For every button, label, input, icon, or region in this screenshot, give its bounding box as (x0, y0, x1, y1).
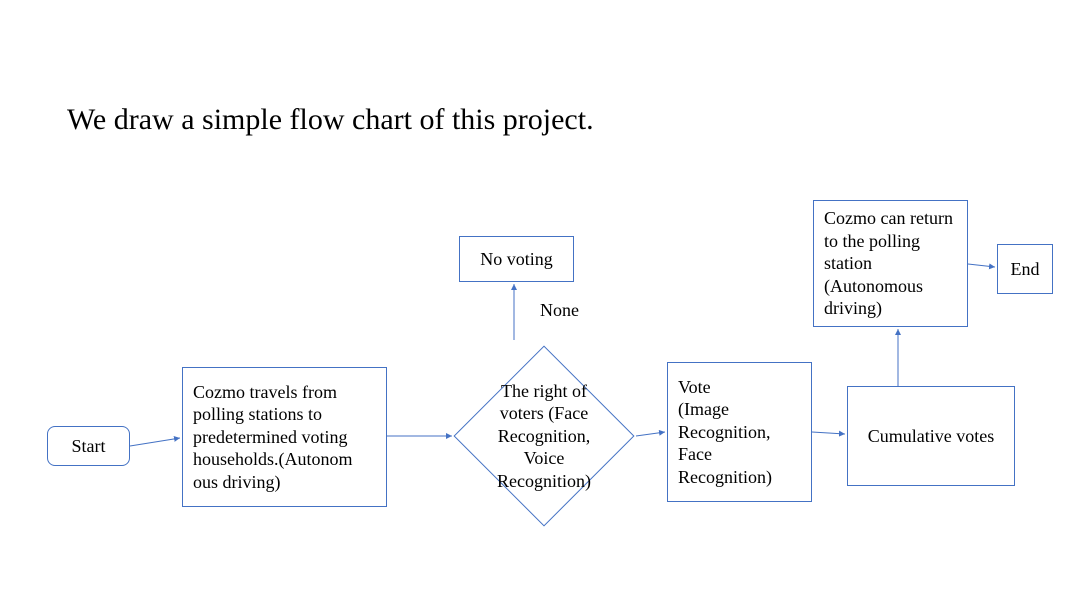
arrow-return-end (968, 264, 995, 267)
node-decision-text: The right of voters (Face Recognition, V… (454, 336, 634, 536)
arrow-start-travel (130, 438, 180, 446)
node-decision: The right of voters (Face Recognition, V… (454, 336, 634, 536)
node-vote-text: Vote (Image Recognition, Face Recognitio… (678, 376, 801, 489)
node-end: End (997, 244, 1053, 294)
node-start: Start (47, 426, 130, 466)
arrow-vote-cumulative (812, 432, 845, 434)
node-vote: Vote (Image Recognition, Face Recognitio… (667, 362, 812, 502)
node-no-voting-text: No voting (480, 248, 553, 271)
label-none: None (540, 300, 579, 321)
node-cumulative-text: Cumulative votes (868, 425, 994, 448)
node-no-voting: No voting (459, 236, 574, 282)
node-start-text: Start (72, 435, 106, 458)
node-travel-text: Cozmo travels from polling stations to p… (193, 381, 376, 494)
node-return-text: Cozmo can return to the polling station … (824, 207, 957, 320)
node-cumulative: Cumulative votes (847, 386, 1015, 486)
arrow-decision-vote (636, 432, 665, 436)
node-return: Cozmo can return to the polling station … (813, 200, 968, 327)
page-title: We draw a simple flow chart of this proj… (67, 103, 594, 137)
node-travel: Cozmo travels from polling stations to p… (182, 367, 387, 507)
node-end-text: End (1011, 258, 1040, 281)
